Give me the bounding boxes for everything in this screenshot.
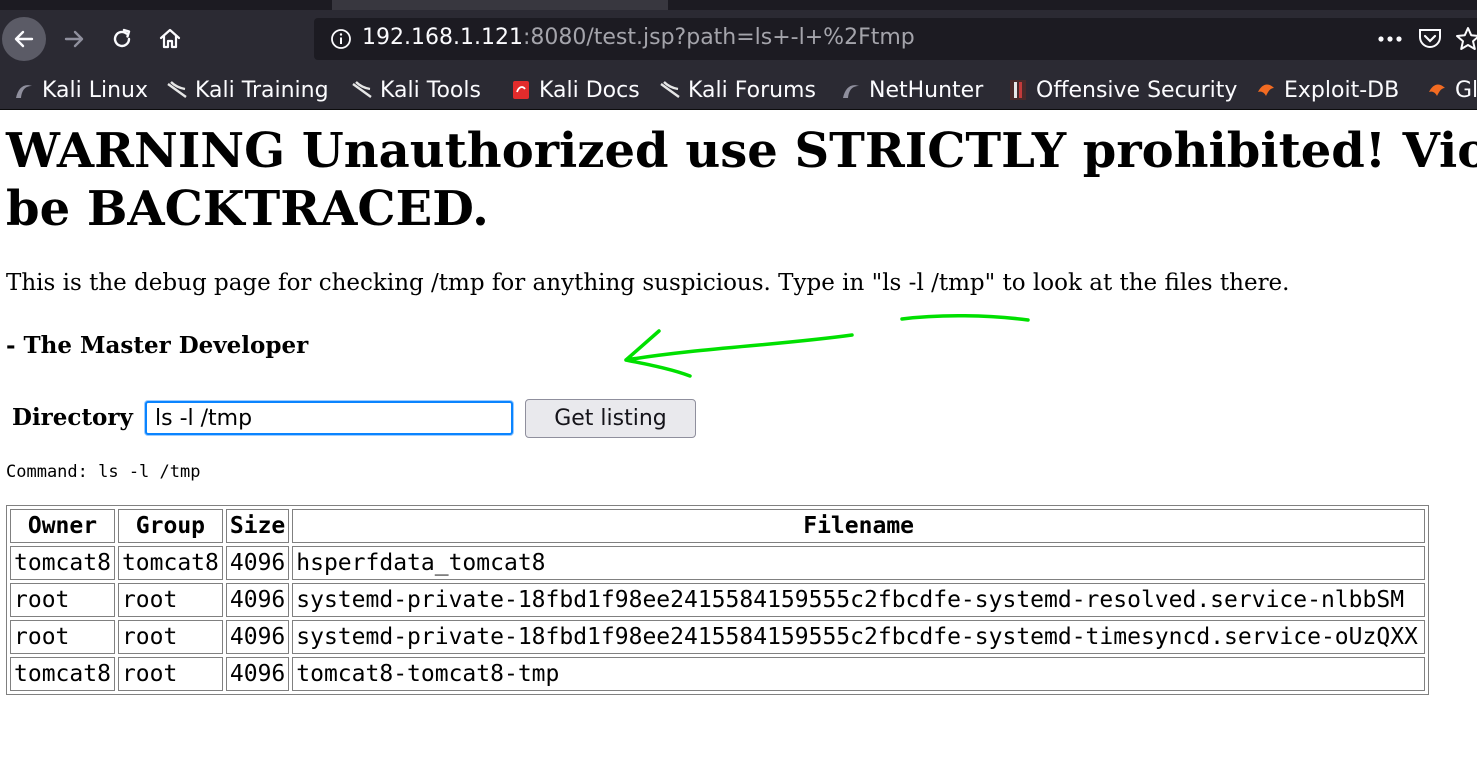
bookmark-label: Kali Tools — [380, 77, 481, 103]
signature: - The Master Developer — [6, 332, 309, 359]
cell-size: 4096 — [225, 657, 290, 691]
cell-size: 4096 — [225, 546, 290, 580]
directory-input[interactable] — [145, 401, 513, 435]
more-dots-icon[interactable] — [1374, 25, 1406, 53]
navigation-toolbar: 192.168.1.121:8080/test.jsp?path=ls+-l+%… — [0, 10, 1477, 70]
exploit-db-icon — [1258, 84, 1274, 96]
bookmark-kali-forums[interactable]: Kali Forums — [660, 75, 816, 105]
cell-group: root — [117, 583, 223, 617]
home-button[interactable] — [148, 17, 192, 61]
back-button[interactable] — [2, 17, 46, 61]
pocket-icon[interactable] — [1414, 25, 1446, 53]
cell-owner: root — [10, 620, 115, 654]
bookmark-label: Kali Linux — [42, 77, 149, 103]
bookmark-kali-tools[interactable]: Kali Tools — [352, 75, 481, 105]
cell-filename: systemd-private-18fbd1f98ee2415584159555… — [292, 620, 1425, 654]
kali-dragon-icon — [16, 85, 32, 98]
cell-owner: root — [10, 583, 115, 617]
active-tab[interactable] — [332, 0, 668, 10]
kali-dragon-icon — [843, 85, 859, 98]
cell-filename: hsperfdata_tomcat8 — [292, 546, 1425, 580]
underline-annotation — [900, 313, 1030, 322]
table-row: tomcat8 root 4096 tomcat8-tomcat8-tmp — [10, 657, 1425, 691]
cell-group: root — [117, 620, 223, 654]
info-icon[interactable] — [330, 28, 352, 54]
cell-owner: tomcat8 — [10, 546, 115, 580]
kali-dragon-icon — [660, 81, 680, 98]
reload-button[interactable] — [100, 17, 144, 61]
bookmark-label: Exploit-DB — [1284, 77, 1400, 103]
directory-label: Directory — [12, 404, 133, 431]
bookmark-label: Offensive Security — [1036, 77, 1238, 103]
home-icon — [159, 28, 181, 49]
bookmark-offensive-security[interactable]: Offensive Security — [1008, 75, 1237, 105]
bookmark-ghdb[interactable]: Gl — [1427, 75, 1477, 105]
star-icon[interactable] — [1452, 25, 1477, 53]
column-header-group: Group — [117, 509, 223, 543]
get-listing-button[interactable]: Get listing — [525, 399, 696, 438]
bookmarks-toolbar: Kali Linux Kali Training Kali Tools Kali… — [0, 70, 1477, 110]
kali-docs-icon — [513, 81, 529, 99]
column-header-filename: Filename — [292, 509, 1425, 543]
warning-line-1: WARNING Unauthorized use STRICTLY prohib… — [6, 123, 1477, 179]
cell-owner: tomcat8 — [10, 657, 115, 691]
listing-table: Owner Group Size Filename tomcat8 tomcat… — [6, 505, 1429, 695]
cell-size: 4096 — [225, 620, 290, 654]
bookmark-label: Kali Forums — [688, 77, 816, 103]
forward-button[interactable] — [52, 17, 96, 61]
table-row: tomcat8 tomcat8 4096 hsperfdata_tomcat8 — [10, 546, 1425, 580]
bookmark-kali-training[interactable]: Kali Training — [167, 75, 329, 105]
ghdb-icon — [1429, 84, 1445, 96]
cell-group: root — [117, 657, 223, 691]
table-header-row: Owner Group Size Filename — [10, 509, 1425, 543]
warning-line-2: be BACKTRACED. — [6, 181, 489, 237]
url-host: 192.168.1.121 — [362, 25, 523, 50]
offsec-icon — [1010, 80, 1026, 100]
arrow-left-icon — [14, 30, 34, 48]
cell-filename: tomcat8-tomcat8-tmp — [292, 657, 1425, 691]
kali-dragon-icon — [352, 81, 372, 98]
cell-size: 4096 — [225, 583, 290, 617]
reload-icon — [113, 28, 131, 48]
url-text[interactable]: 192.168.1.121:8080/test.jsp?path=ls+-l+%… — [362, 25, 915, 50]
intro-after: to look at the files there. — [995, 270, 1290, 296]
intro-text: This is the debug page for checking /tmp… — [6, 270, 1289, 296]
bookmark-label: Kali Training — [195, 77, 329, 103]
column-header-owner: Owner — [10, 509, 115, 543]
command-output: Command: ls -l /tmp — [6, 462, 201, 482]
bookmark-kali-docs[interactable]: Kali Docs — [511, 75, 640, 105]
cell-filename: systemd-private-18fbd1f98ee2415584159555… — [292, 583, 1425, 617]
bookmark-label: NetHunter — [869, 77, 984, 103]
intro-command: "ls -l /tmp" — [871, 270, 996, 296]
url-bar[interactable]: 192.168.1.121:8080/test.jsp?path=ls+-l+%… — [314, 18, 1477, 60]
bookmark-nethunter[interactable]: NetHunter — [841, 75, 983, 105]
bookmark-label: Gl — [1455, 77, 1477, 103]
bookmark-label: Kali Docs — [539, 77, 640, 103]
intro-before: This is the debug page for checking /tmp… — [6, 270, 872, 296]
bookmark-exploit-db[interactable]: Exploit-DB — [1256, 75, 1399, 105]
bookmark-kali-linux[interactable]: Kali Linux — [14, 75, 148, 105]
warning-heading: WARNING Unauthorized use STRICTLY prohib… — [6, 122, 1477, 238]
url-path: :8080/test.jsp?path=ls+-l+%2Ftmp — [522, 25, 915, 50]
column-header-size: Size — [225, 509, 290, 543]
table-row: root root 4096 systemd-private-18fbd1f98… — [10, 620, 1425, 654]
arrow-right-icon — [64, 30, 84, 48]
table-row: root root 4096 systemd-private-18fbd1f98… — [10, 583, 1425, 617]
tab-strip — [0, 0, 1477, 10]
cell-group: tomcat8 — [117, 546, 223, 580]
kali-dragon-icon — [167, 81, 187, 98]
arrow-annotation — [624, 329, 854, 378]
